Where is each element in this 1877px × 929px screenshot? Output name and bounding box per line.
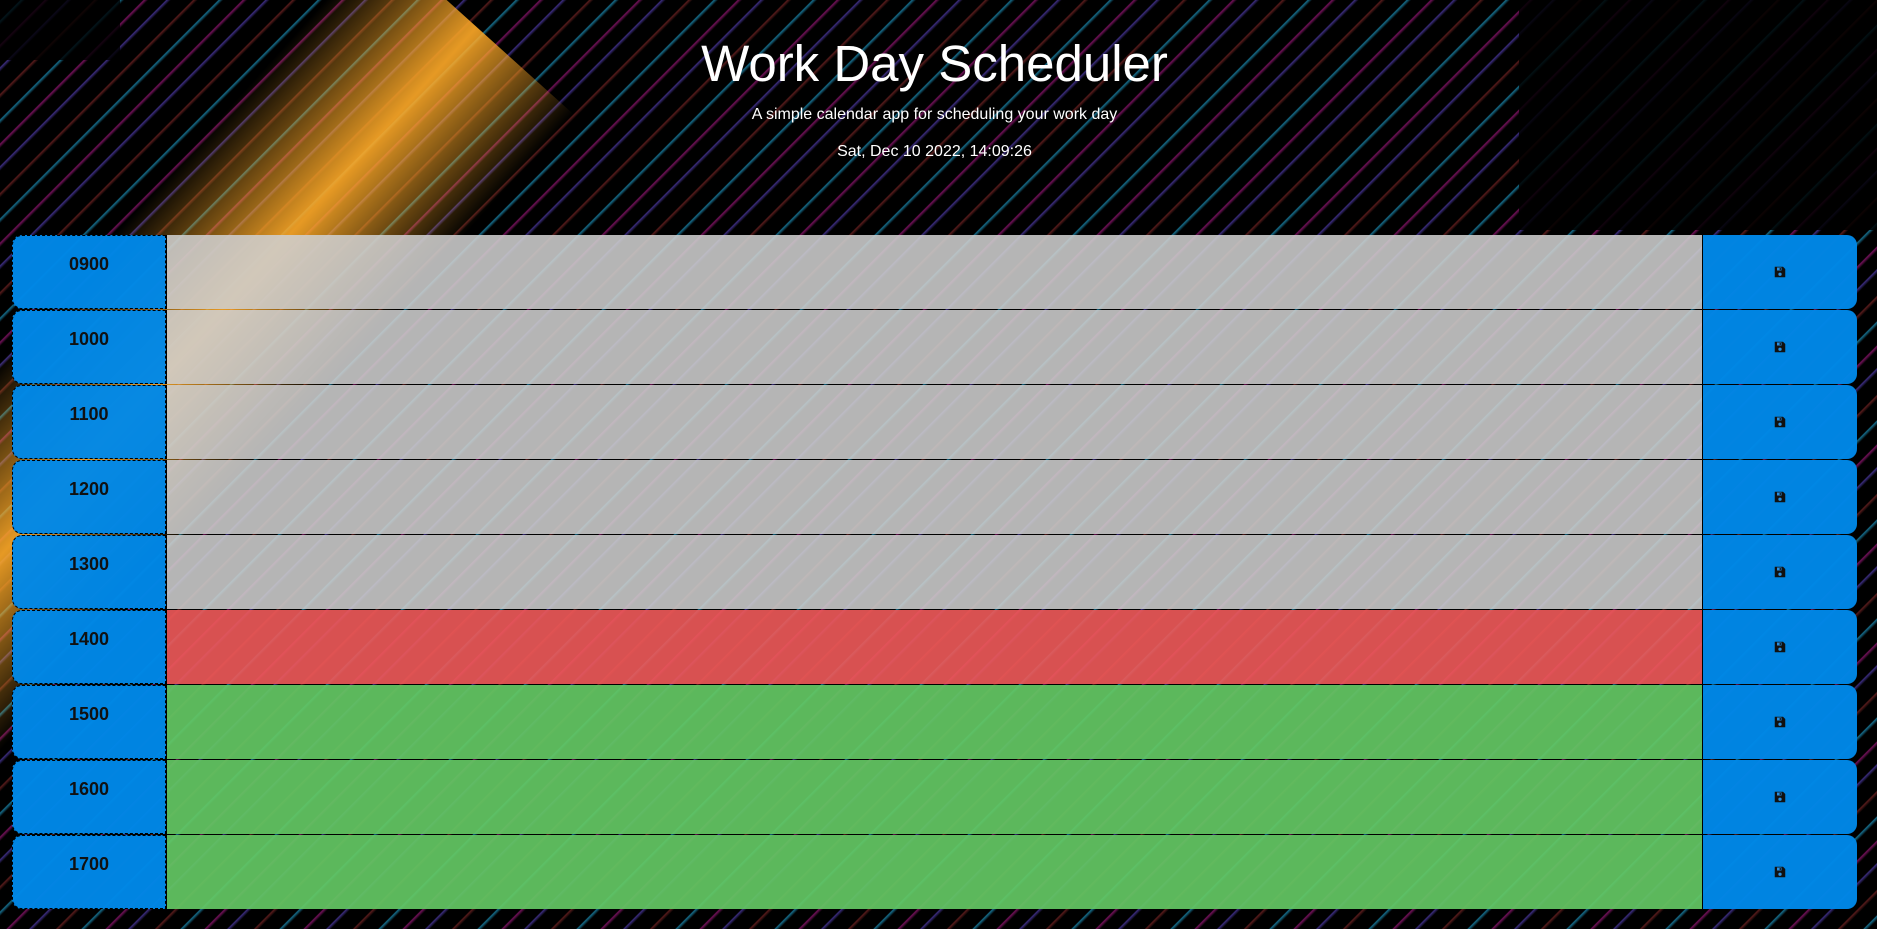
- hour-label: 1600: [12, 760, 166, 834]
- save-button[interactable]: [1703, 685, 1857, 759]
- hour-label: 1300: [12, 535, 166, 609]
- event-description-input[interactable]: [166, 610, 1703, 684]
- save-button[interactable]: [1703, 535, 1857, 609]
- save-button[interactable]: [1703, 760, 1857, 834]
- save-icon: [1774, 866, 1786, 878]
- time-block-1400: 1400: [12, 610, 1857, 684]
- event-description-input[interactable]: [166, 835, 1703, 909]
- hour-label: 1200: [12, 460, 166, 534]
- save-icon: [1774, 641, 1786, 653]
- save-icon: [1774, 341, 1786, 353]
- time-block-1300: 1300: [12, 535, 1857, 609]
- save-button[interactable]: [1703, 835, 1857, 909]
- hour-label: 1700: [12, 835, 166, 909]
- time-block-0900: 0900: [12, 235, 1857, 309]
- save-button[interactable]: [1703, 310, 1857, 384]
- time-block-1500: 1500: [12, 685, 1857, 759]
- time-block-1200: 1200: [12, 460, 1857, 534]
- save-button[interactable]: [1703, 460, 1857, 534]
- time-block-1700: 1700: [12, 835, 1857, 909]
- header: Work Day Scheduler A simple calendar app…: [0, 0, 1877, 230]
- save-icon: [1774, 491, 1786, 503]
- time-block-1600: 1600: [12, 760, 1857, 834]
- save-icon: [1774, 716, 1786, 728]
- save-icon: [1774, 791, 1786, 803]
- save-button[interactable]: [1703, 385, 1857, 459]
- current-day: Sat, Dec 10 2022, 14:09:26: [837, 143, 1032, 160]
- hour-label: 1100: [12, 385, 166, 459]
- event-description-input[interactable]: [166, 310, 1703, 384]
- hour-label: 0900: [12, 235, 166, 309]
- save-button[interactable]: [1703, 235, 1857, 309]
- page-subtitle: A simple calendar app for scheduling you…: [751, 106, 1118, 123]
- event-description-input[interactable]: [166, 535, 1703, 609]
- schedule-container: 0900 1000 1100 1200 1300 1400 1500 1600 1700: [12, 235, 1857, 910]
- event-description-input[interactable]: [166, 685, 1703, 759]
- hour-label: 1500: [12, 685, 166, 759]
- time-block-1000: 1000: [12, 310, 1857, 384]
- event-description-input[interactable]: [166, 760, 1703, 834]
- save-icon: [1774, 266, 1786, 278]
- save-icon: [1774, 566, 1786, 578]
- event-description-input[interactable]: [166, 235, 1703, 309]
- hour-label: 1400: [12, 610, 166, 684]
- event-description-input[interactable]: [166, 460, 1703, 534]
- page-title: Work Day Scheduler: [701, 35, 1168, 92]
- save-icon: [1774, 416, 1786, 428]
- save-button[interactable]: [1703, 610, 1857, 684]
- hour-label: 1000: [12, 310, 166, 384]
- event-description-input[interactable]: [166, 385, 1703, 459]
- time-block-1100: 1100: [12, 385, 1857, 459]
